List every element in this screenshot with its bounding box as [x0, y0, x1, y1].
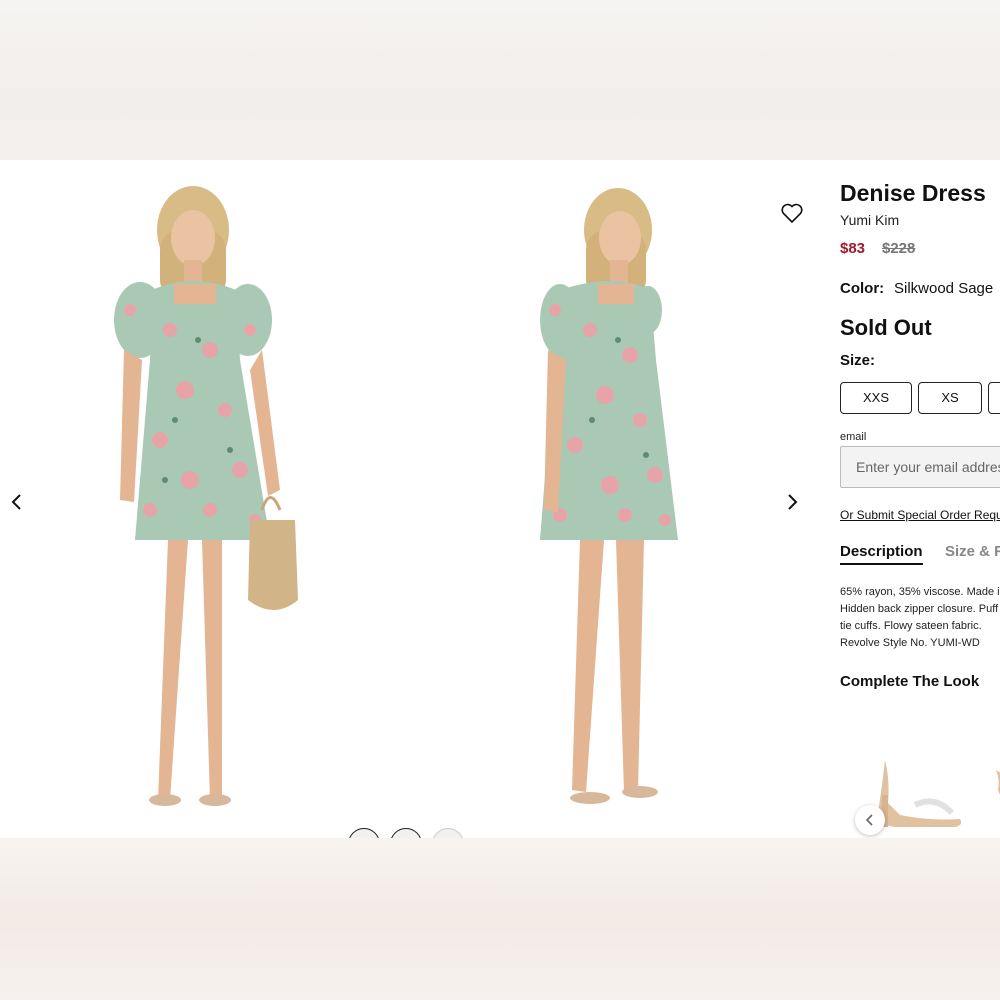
- original-price: $228: [882, 240, 916, 257]
- chevron-left-icon: [865, 814, 873, 826]
- thumbnail-2[interactable]: [390, 828, 422, 838]
- tab-description[interactable]: Description: [840, 543, 923, 565]
- color-value: Silkwood Sage: [894, 280, 994, 297]
- blurred-background-top: [0, 0, 1000, 160]
- size-label: Size:: [840, 352, 876, 369]
- product-info: Denise Dress Yumi Kim $83 $228 Color: Si…: [840, 160, 1000, 838]
- product-title: Denise Dress: [840, 180, 986, 206]
- complete-the-look-title: Complete The Look: [840, 673, 980, 690]
- chevron-right-icon: [788, 494, 798, 510]
- tab-size-fit[interactable]: Size & Fit: [945, 543, 1000, 560]
- description-line: tie cuffs. Flowy sateen fabric.: [840, 620, 982, 632]
- special-order-link[interactable]: Or Submit Special Order Request: [840, 508, 1000, 522]
- product-page: Denise Dress Yumi Kim $83 $228 Color: Si…: [0, 160, 1000, 838]
- chevron-left-icon: [11, 494, 21, 510]
- product-image-side[interactable]: [520, 180, 770, 820]
- complete-look-item-partial[interactable]: [992, 770, 1000, 800]
- heart-icon: [781, 203, 803, 224]
- thumbnail-3[interactable]: [432, 828, 464, 838]
- description-line: Revolve Style No. YUMI-WD: [840, 637, 980, 649]
- gallery-prev-button[interactable]: [5, 490, 29, 514]
- size-button-xs[interactable]: XS: [918, 382, 982, 414]
- look-carousel-prev-button[interactable]: [855, 805, 885, 835]
- description-line: 65% rayon, 35% viscose. Made in: [840, 586, 1000, 598]
- availability-status: Sold Out: [840, 315, 932, 340]
- description-line: Hidden back zipper closure. Puff: [840, 603, 999, 615]
- color-label: Color:: [840, 280, 885, 297]
- gallery-thumbnails: [348, 828, 468, 838]
- gallery-next-button[interactable]: [780, 490, 804, 514]
- wishlist-button[interactable]: [780, 202, 804, 224]
- thumbnail-1[interactable]: [348, 828, 380, 838]
- blurred-background-bottom: [0, 838, 1000, 1000]
- product-image-front[interactable]: [90, 180, 340, 820]
- size-button-next[interactable]: [988, 382, 1000, 414]
- sale-price: $83: [840, 240, 866, 257]
- product-brand[interactable]: Yumi Kim: [840, 212, 899, 228]
- size-button-xxs[interactable]: XXS: [840, 382, 912, 414]
- product-description: 65% rayon, 35% viscose. Made in Hidden b…: [840, 584, 1000, 652]
- email-input[interactable]: [840, 446, 1000, 488]
- email-label: email: [840, 431, 867, 443]
